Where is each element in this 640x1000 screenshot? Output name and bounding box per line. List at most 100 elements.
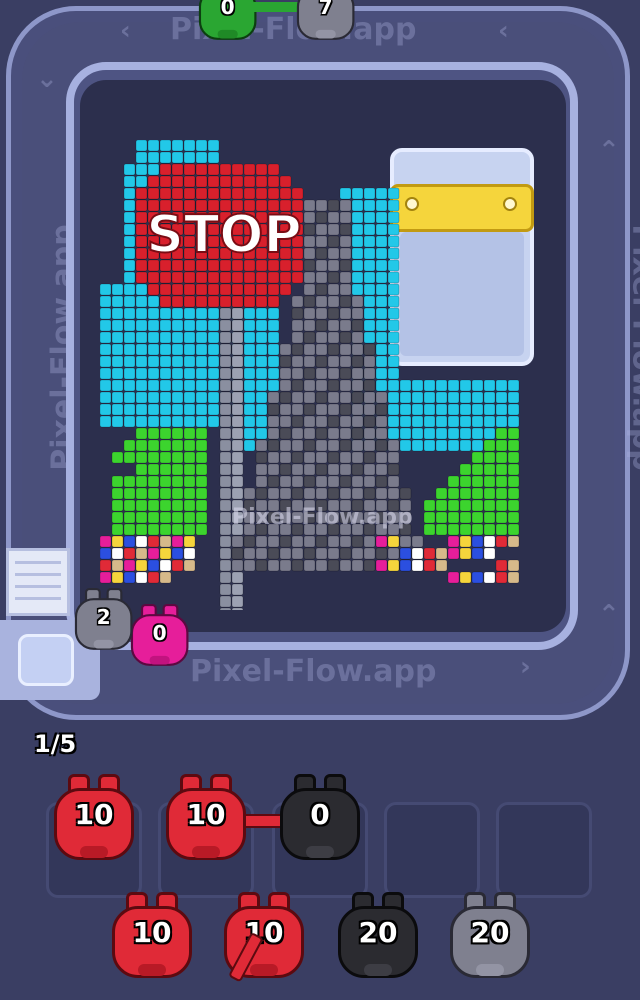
- pixel-tower: [363, 379, 376, 392]
- pixel-confetti: [507, 535, 520, 548]
- conveyor-pig[interactable]: 7: [294, 0, 357, 44]
- pixel-sign: [267, 187, 280, 200]
- pixel-tower: [279, 487, 292, 500]
- pixel-grass: [495, 511, 508, 524]
- reserve-pig[interactable]: 20: [334, 892, 422, 984]
- pixel-sign: [267, 175, 280, 188]
- pixel-tower: [339, 235, 352, 248]
- pixel-pole: [219, 487, 232, 500]
- pixel-grass: [183, 463, 196, 476]
- pixel-tower: [339, 331, 352, 344]
- pixel-pole: [231, 475, 244, 488]
- pixel-sky: [267, 379, 280, 392]
- pixel-sky: [207, 307, 220, 320]
- reserve-pig[interactable]: 10: [108, 892, 196, 984]
- pixel-pole: [219, 355, 232, 368]
- pixel-pole: [231, 595, 244, 608]
- pixel-confetti: [471, 535, 484, 548]
- pixel-grass: [471, 499, 484, 512]
- pixel-tower: [339, 535, 352, 548]
- pixel-grass: [483, 523, 496, 536]
- pig-slot[interactable]: [384, 802, 480, 898]
- slot-pig[interactable]: 10: [162, 774, 250, 866]
- pixel-sign: [231, 175, 244, 188]
- pixel-pole: [219, 523, 232, 536]
- pixel-sky: [111, 307, 124, 320]
- pixel-tower: [303, 211, 316, 224]
- pixel-sky: [123, 403, 136, 416]
- pixel-tower: [327, 391, 340, 404]
- pixel-confetti: [147, 559, 160, 572]
- pixel-sign: [171, 295, 184, 308]
- pixel-tower: [243, 487, 256, 500]
- pixel-confetti: [483, 571, 496, 584]
- pig-slot[interactable]: [496, 802, 592, 898]
- pixel-sky: [195, 140, 208, 152]
- pixel-grass: [435, 499, 448, 512]
- pixel-sky: [183, 319, 196, 332]
- pixel-tower: [351, 331, 364, 344]
- pixel-sign: [243, 271, 256, 284]
- pixel-grass: [447, 523, 460, 536]
- pixel-tower: [255, 535, 268, 548]
- reserve-pig[interactable]: 20: [446, 892, 534, 984]
- pixel-tower: [387, 487, 400, 500]
- pixel-grass: [495, 499, 508, 512]
- pixel-sign: [231, 295, 244, 308]
- pixel-confetti: [447, 535, 460, 548]
- pixel-pole: [231, 343, 244, 356]
- slot-pig[interactable]: 10: [50, 774, 138, 866]
- pixel-grass: [447, 487, 460, 500]
- pixel-sky: [435, 439, 448, 452]
- pixel-tower: [339, 487, 352, 500]
- pixel-sky: [147, 151, 160, 164]
- pixel-tower: [339, 427, 352, 440]
- pixel-tower: [315, 331, 328, 344]
- slot-pig[interactable]: 0: [276, 774, 364, 866]
- pixel-grass: [147, 511, 160, 524]
- dispenser-pig[interactable]: 0: [128, 604, 191, 670]
- pixel-grass: [459, 499, 472, 512]
- pixel-tower: [291, 319, 304, 332]
- pixel-tower: [351, 319, 364, 332]
- pixel-pole: [231, 415, 244, 428]
- pixel-grass: [111, 475, 124, 488]
- pixel-sky: [123, 295, 136, 308]
- pixel-sign: [183, 187, 196, 200]
- pixel-sky: [183, 403, 196, 416]
- pixel-sky: [375, 319, 388, 332]
- pig-count: 10: [244, 916, 284, 949]
- pixel-pole: [219, 415, 232, 428]
- pixel-tower: [291, 439, 304, 452]
- pixel-pole: [219, 343, 232, 356]
- pixel-tower: [291, 415, 304, 428]
- pixel-sky: [195, 379, 208, 392]
- pixel-tower: [351, 475, 364, 488]
- pixel-sky: [195, 307, 208, 320]
- pixel-tower: [315, 343, 328, 356]
- pixel-grass: [183, 475, 196, 488]
- pixel-tower: [351, 391, 364, 404]
- pixel-sign: [279, 187, 292, 200]
- pixel-art-canvas: STOP: [100, 140, 520, 610]
- pixel-tower: [351, 547, 364, 560]
- dispenser-pig[interactable]: 2: [72, 588, 135, 654]
- pixel-sky: [507, 391, 520, 404]
- pixel-tower: [363, 403, 376, 416]
- pixel-sky: [183, 355, 196, 368]
- pixel-sky: [411, 391, 424, 404]
- pixel-grass: [435, 511, 448, 524]
- pixel-tower: [279, 535, 292, 548]
- pixel-confetti: [399, 547, 412, 560]
- pixel-tower: [267, 415, 280, 428]
- pixel-tower: [351, 295, 364, 308]
- pixel-sky: [363, 295, 376, 308]
- pixel-grass: [483, 511, 496, 524]
- chevron-up-icon: ⌃: [598, 600, 620, 630]
- pixel-pole: [231, 463, 244, 476]
- pixel-confetti: [135, 547, 148, 560]
- pixel-sign: [171, 175, 184, 188]
- pixel-tower: [339, 247, 352, 260]
- pixel-sky: [447, 379, 460, 392]
- pixel-pole: [231, 487, 244, 500]
